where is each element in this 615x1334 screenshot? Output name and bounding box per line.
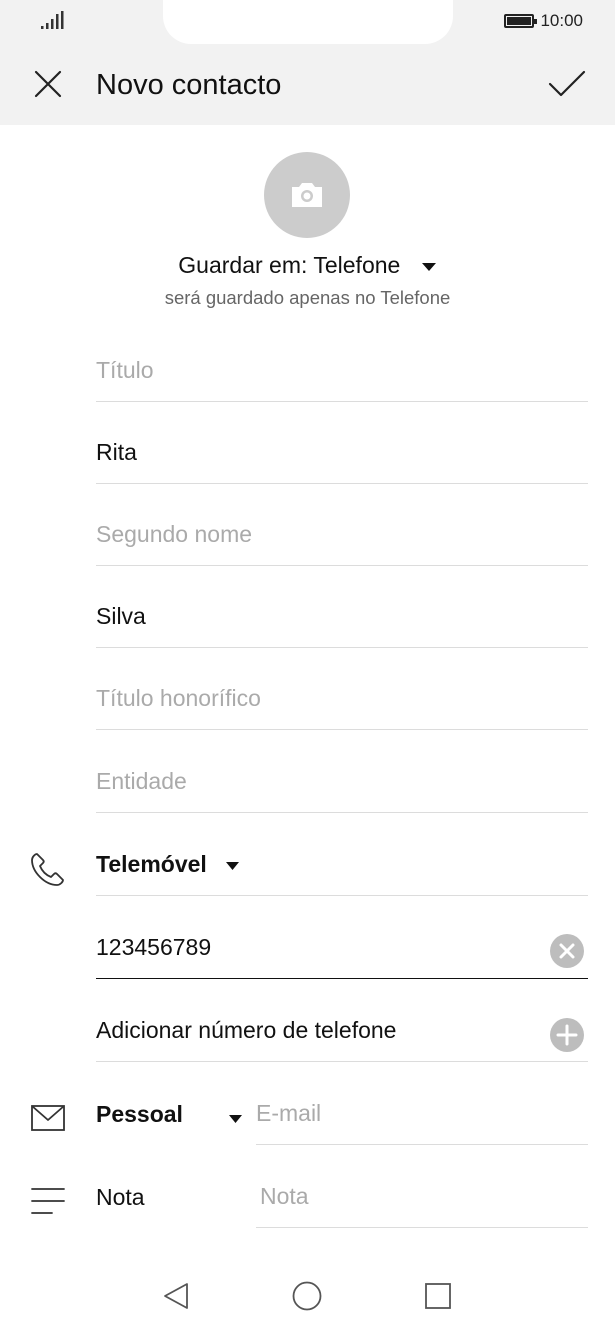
add-icon[interactable] (549, 1017, 585, 1053)
notch (163, 0, 453, 44)
email-placeholder: E-mail (256, 1100, 322, 1126)
add-phone-row[interactable]: Adicionar número de telefone (96, 980, 588, 1062)
note-input[interactable]: Nota (256, 1146, 588, 1228)
save-location-selector[interactable]: Guardar em: Telefone (0, 248, 615, 282)
title-placeholder: Título (96, 357, 154, 383)
note-label: Nota (96, 1184, 145, 1210)
email-type-selector[interactable]: Pessoal (96, 1063, 246, 1145)
back-triangle-icon (164, 1283, 188, 1309)
middle-name-placeholder: Segundo nome (96, 521, 253, 547)
battery-icon (504, 14, 538, 28)
signal-icon (41, 11, 64, 29)
contact-photo-button[interactable] (264, 152, 350, 238)
top-bar: 10:00 Novo contacto (0, 0, 615, 125)
company-placeholder: Entidade (96, 768, 187, 794)
phone-type-label: Telemóvel (96, 851, 207, 877)
checkmark-icon (548, 70, 586, 97)
last-name-value: Silva (96, 603, 146, 629)
phone-number-input[interactable]: 123456789 (96, 897, 588, 979)
email-type-label: Pessoal (96, 1101, 183, 1127)
note-placeholder: Nota (260, 1183, 309, 1209)
system-nav-bar (0, 1262, 615, 1334)
dropdown-arrow-icon (226, 861, 240, 870)
camera-icon (292, 183, 322, 207)
status-time: 10:00 (540, 11, 583, 30)
email-input[interactable]: E-mail (256, 1063, 588, 1145)
page-title: Novo contacto (96, 69, 282, 101)
first-name-value: Rita (96, 439, 137, 465)
first-name-field[interactable]: Rita (96, 402, 588, 484)
add-phone-label: Adicionar número de telefone (96, 1017, 397, 1043)
title-field[interactable]: Título (96, 320, 588, 402)
company-field[interactable]: Entidade (96, 731, 588, 813)
phone-type-wrap: Telemóvel (96, 849, 240, 879)
battery-status: 10:00 (504, 10, 583, 32)
save-location-subtitle: será guardado apenas no Telefone (164, 287, 451, 308)
phone-type-selector[interactable]: Telemóvel (96, 814, 588, 896)
clear-icon[interactable] (549, 933, 585, 969)
phone-number-value: 123456789 (96, 934, 212, 960)
save-button[interactable] (545, 64, 589, 104)
note-label-cell: Nota (96, 1146, 246, 1228)
middle-name-field[interactable]: Segundo nome (96, 484, 588, 566)
dropdown-arrow-icon (229, 1115, 242, 1123)
phone-icon (28, 849, 68, 889)
home-button[interactable] (289, 1278, 325, 1314)
mail-icon (28, 1098, 68, 1138)
save-location-label: Guardar em: Telefone (178, 252, 401, 278)
email-type-wrap: Pessoal (96, 1099, 183, 1129)
home-circle-icon (292, 1281, 322, 1311)
suffix-placeholder: Título honorífico (96, 685, 261, 711)
recents-button[interactable] (420, 1278, 456, 1314)
note-icon (28, 1181, 68, 1221)
close-icon (34, 70, 62, 98)
last-name-field[interactable]: Silva (96, 566, 588, 648)
recents-square-icon (425, 1283, 451, 1309)
close-button[interactable] (28, 64, 68, 104)
suffix-field[interactable]: Título honorífico (96, 648, 588, 730)
back-button[interactable] (158, 1278, 194, 1314)
dropdown-arrow-icon (421, 262, 436, 271)
